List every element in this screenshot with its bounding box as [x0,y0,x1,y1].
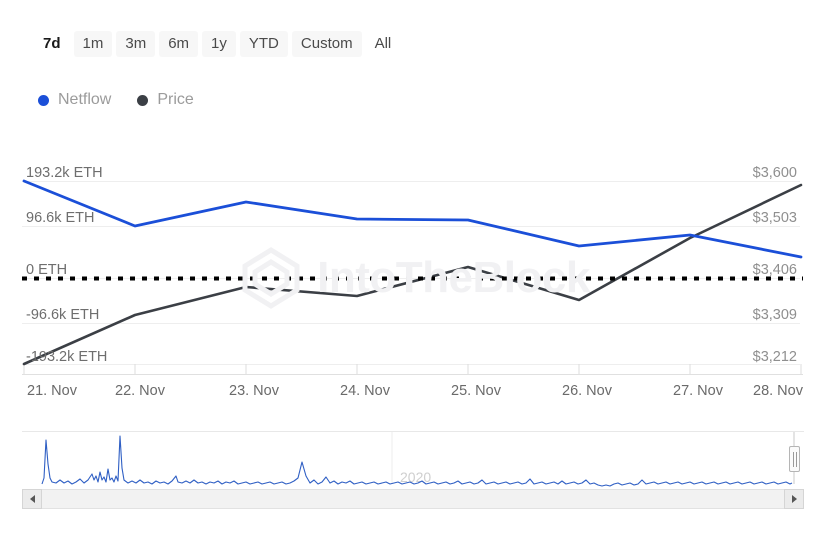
range-button-3m[interactable]: 3m [116,31,155,57]
x-tick-4: 25. Nov [451,383,502,399]
x-tick-1: 22. Nov [115,383,166,399]
range-button-7d[interactable]: 7d [34,31,70,57]
chart-svg: 193.2k ETH 96.6k ETH 0 ETH -96.6k ETH -1… [0,150,825,405]
left-axis-labels: 193.2k ETH 96.6k ETH 0 ETH -96.6k ETH -1… [26,165,107,365]
legend-dot-netflow-icon [38,95,49,106]
left-tick-3: -96.6k ETH [26,307,99,323]
netflow-price-chart-widget: 7d 1m 3m 6m 1y YTD Custom All Netflow Pr… [0,0,825,550]
chevron-left-icon [30,495,35,503]
range-button-custom[interactable]: Custom [292,31,362,57]
scrollbar-right-button[interactable] [784,489,804,509]
chart-scrollbar[interactable] [22,489,804,509]
legend-label-price: Price [157,92,193,108]
range-button-ytd[interactable]: YTD [240,31,288,57]
right-tick-4: $3,212 [753,349,797,365]
left-tick-1: 96.6k ETH [26,210,95,226]
legend-item-price[interactable]: Price [137,92,193,108]
right-tick-1: $3,503 [753,210,797,226]
range-button-all[interactable]: All [366,31,401,57]
x-tick-2: 23. Nov [229,383,280,399]
x-tick-6: 27. Nov [673,383,724,399]
chart-navigator[interactable]: 2020 [22,428,804,490]
right-tick-2: $3,406 [753,262,797,278]
handle-grip-line [793,452,794,467]
series-line-price [24,185,801,364]
x-tick-3: 24. Nov [340,383,391,399]
navigator-year-label: 2020 [400,469,431,485]
right-tick-3: $3,309 [753,307,797,323]
scrollbar-track[interactable] [42,489,784,509]
range-button-1y[interactable]: 1y [202,31,236,57]
series-line-netflow [24,181,801,257]
legend-label-netflow: Netflow [58,92,111,108]
left-tick-4: -193.2k ETH [26,349,107,365]
chart-legend: Netflow Price [38,92,194,108]
left-tick-0: 193.2k ETH [26,165,103,181]
left-tick-2: 0 ETH [26,262,67,278]
x-tick-5: 26. Nov [562,383,613,399]
right-tick-0: $3,600 [753,165,797,181]
navigator-right-handle[interactable] [789,446,800,472]
range-button-1m[interactable]: 1m [74,31,113,57]
navigator-svg[interactable]: 2020 [22,428,804,490]
scrollbar-left-button[interactable] [22,489,42,509]
plot-area[interactable]: IntoTheBlock [0,150,825,405]
x-axis-labels: 21. Nov 22. Nov 23. Nov 24. Nov 25. Nov … [27,383,804,399]
legend-dot-price-icon [137,95,148,106]
chevron-right-icon [792,495,797,503]
right-axis-labels: $3,600 $3,503 $3,406 $3,309 $3,212 [753,165,797,365]
gridlines [22,182,800,365]
x-axis-ticks [24,364,801,374]
handle-grip-line [796,452,797,467]
range-selector: 7d 1m 3m 6m 1y YTD Custom All [34,31,400,57]
legend-item-netflow[interactable]: Netflow [38,92,111,108]
range-button-6m[interactable]: 6m [159,31,198,57]
x-tick-0: 21. Nov [27,383,78,399]
x-tick-7: 28. Nov [753,383,804,399]
